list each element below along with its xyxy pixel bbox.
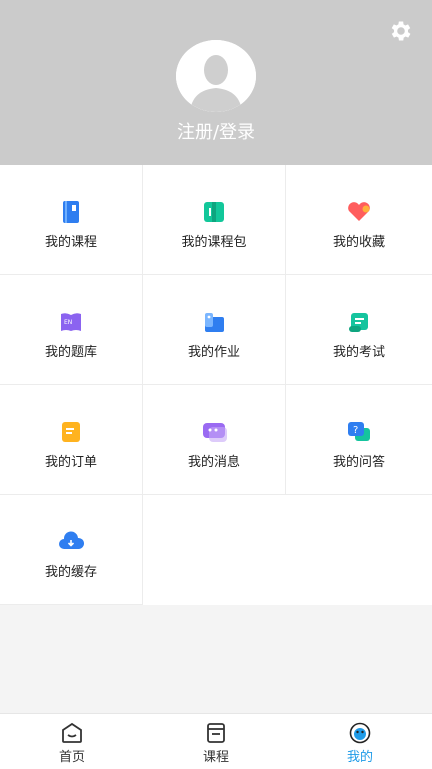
menu-label: 我的订单 [44,455,97,470]
login-register-link[interactable]: 注册/登录 [0,118,432,144]
tab-label: 首页 [58,750,85,765]
menu-my-course-packages[interactable]: 我的课程包 [143,165,286,275]
menu-label: 我的考试 [332,345,385,360]
tab-label: 课程 [202,750,229,765]
menu-my-exams[interactable]: 我的考试 [286,275,432,385]
menu-my-cache[interactable]: 我的缓存 [0,495,143,605]
course-package-icon [204,202,224,222]
menu-my-favorites[interactable]: 我的收藏 [286,165,432,275]
profile-smile-icon [349,722,371,744]
message-bubble-icon [203,423,227,442]
avatar-placeholder[interactable] [176,40,256,112]
exam-scroll-icon [349,313,368,332]
question-answer-icon: ? [348,422,370,441]
heart-icon [348,202,370,221]
tab-mine[interactable]: 我的 [288,714,432,769]
menu-grid: 我的课程 我的课程包 我的收藏 EN 我的题库 我的作业 我的考试 我的订单 我… [0,165,432,605]
menu-label: 我的课程 [44,235,97,250]
menu-my-homework[interactable]: 我的作业 [143,275,286,385]
menu-label: 我的收藏 [332,235,385,250]
menu-my-question-bank[interactable]: EN 我的题库 [0,275,143,385]
settings-gear-icon[interactable] [388,18,414,44]
tab-label: 我的 [346,750,373,765]
course-book-icon [63,201,79,223]
svg-text:?: ? [353,425,358,436]
menu-label: 我的问答 [332,455,385,470]
tab-courses[interactable]: 课程 [144,714,288,769]
order-note-icon [62,422,80,442]
bottom-tab-bar: 首页 课程 我的 [0,713,432,769]
menu-my-qa[interactable]: ? 我的问答 [286,385,432,495]
course-icon [207,723,225,743]
menu-my-orders[interactable]: 我的订单 [0,385,143,495]
menu-label: 我的题库 [44,345,97,360]
svg-text:EN: EN [64,319,72,326]
homework-icon [205,313,224,332]
home-icon [62,722,82,743]
menu-label: 我的作业 [187,345,240,360]
menu-my-messages[interactable]: 我的消息 [143,385,286,495]
menu-my-courses[interactable]: 我的课程 [0,165,143,275]
cloud-download-icon [59,531,84,549]
profile-header: 注册/登录 [0,0,432,165]
menu-label: 我的缓存 [44,565,97,580]
menu-label: 我的消息 [187,455,240,470]
tab-home[interactable]: 首页 [0,714,144,769]
menu-label: 我的课程包 [181,235,247,250]
question-bank-book-icon: EN [61,313,81,331]
